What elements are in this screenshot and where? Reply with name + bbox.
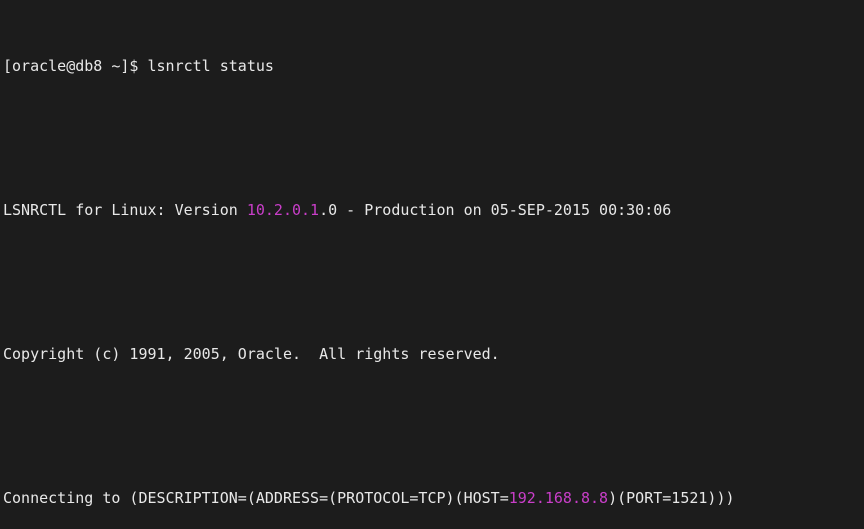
terminal-line-connecting: Connecting to (DESCRIPTION=(ADDRESS=(PRO… <box>3 489 825 507</box>
terminal-window[interactable]: [oracle@db8 ~]$ lsnrctl status LSNRCTL f… <box>0 0 864 529</box>
terminal-line-copyright: Copyright (c) 1991, 2005, Oracle. All ri… <box>3 345 825 363</box>
lsnrctl-version-number: 10.2.0.1 <box>246 201 320 219</box>
lsnrctl-banner-prefix: LSNRCTL for Linux: Version <box>3 201 247 219</box>
copyright-text: Copyright (c) 1991, 2005, Oracle. All ri… <box>3 345 500 363</box>
shell-prompt-and-command: [oracle@db8 ~]$ lsnrctl status <box>3 57 274 75</box>
connecting-host-address: 192.168.8.8 <box>508 489 609 507</box>
connecting-suffix: )(PORT=1521))) <box>608 489 735 507</box>
terminal-line-lsnrctl-banner: LSNRCTL for Linux: Version 10.2.0.1.0 - … <box>3 201 825 219</box>
terminal-screen: [oracle@db8 ~]$ lsnrctl status LSNRCTL f… <box>3 3 825 529</box>
connecting-prefix: Connecting to (DESCRIPTION=(ADDRESS=(PRO… <box>3 489 509 507</box>
terminal-line-prompt-command: [oracle@db8 ~]$ lsnrctl status <box>3 57 825 75</box>
lsnrctl-banner-suffix: .0 - Production on 05-SEP-2015 00:30:06 <box>319 201 672 219</box>
